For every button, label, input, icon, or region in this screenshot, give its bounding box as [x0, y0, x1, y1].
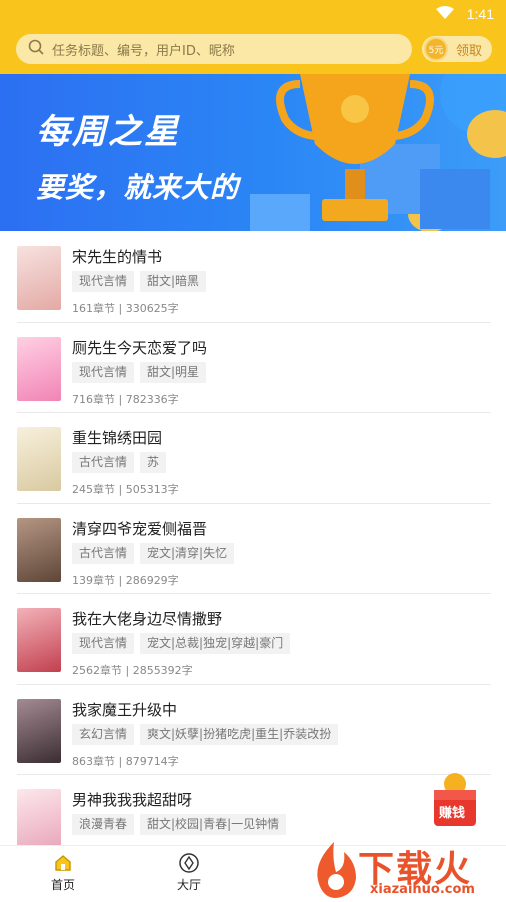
book-title: 男神我我我超甜呀	[72, 791, 193, 809]
book-tag: 甜文|暗黑	[140, 271, 207, 292]
book-tag: 宠文|总裁|独宠|穿越|豪门	[140, 633, 291, 654]
book-cover	[17, 517, 61, 582]
list-item[interactable]: 宋先生的情书 现代言情 甜文|暗黑 161章节 | 330625字	[0, 232, 506, 323]
book-cover	[17, 246, 61, 310]
tab-hall-label: 大厅	[176, 878, 201, 892]
compass-icon	[154, 850, 224, 876]
book-meta: 245章节 | 505313字	[72, 483, 179, 496]
book-tag: 爽文|妖孽|扮猪吃虎|重生|乔装改扮	[140, 723, 339, 745]
book-title: 宋先生的情书	[72, 248, 163, 266]
book-tag: 现代言情	[72, 361, 135, 383]
search-input[interactable]: 任务标题、编号，用户ID、昵称	[16, 34, 412, 64]
book-tag: 宠文|清穿|失忆	[140, 542, 235, 564]
book-cover	[17, 608, 61, 672]
weekly-star-banner[interactable]: 每周之星 要奖，就来大的	[0, 74, 506, 231]
book-title: 我在大佬身边尽情撒野	[72, 610, 223, 628]
earn-money-label: 赚钱	[439, 806, 466, 821]
book-cover	[17, 427, 61, 491]
list-item[interactable]: 厕先生今天恋爱了吗 现代言情 甜文|明星 716章节 | 782336字	[0, 323, 506, 413]
search-icon	[28, 39, 44, 59]
book-tag: 甜文|明星	[140, 361, 207, 383]
book-tag: 古代言情	[72, 542, 135, 564]
book-tag: 玄幻言情	[72, 723, 135, 745]
tab-hall[interactable]: 大厅	[154, 850, 224, 893]
status-bar: 1:41	[0, 0, 506, 28]
book-tag: 甜文|校园|青春|一见钟情	[140, 814, 287, 835]
list-item[interactable]: 清穿四爷宠爱侧福晋 古代言情 宠文|清穿|失忆 139章节 | 286929字	[0, 504, 506, 594]
book-tag: 浪漫青春	[72, 814, 135, 835]
claim-reward-button[interactable]: 5元 领取	[422, 36, 492, 62]
home-icon	[28, 850, 98, 876]
book-title: 我家魔王升级中	[72, 700, 178, 719]
book-meta: 716章节 | 782336字	[72, 392, 179, 406]
tab-home[interactable]: 首页	[28, 850, 98, 893]
earn-money-float-button[interactable]: 赚钱	[430, 770, 480, 830]
list-item[interactable]: 我家魔王升级中 玄幻言情 爽文|妖孽|扮猪吃虎|重生|乔装改扮 863章节 | …	[0, 685, 506, 775]
book-meta: 161章节 | 330625字	[72, 302, 179, 315]
banner-title: 每周之星	[36, 112, 180, 152]
book-title: 厕先生今天恋爱了吗	[72, 338, 208, 357]
book-tag: 古代言情	[72, 452, 135, 473]
book-title: 重生锦绣田园	[72, 429, 163, 447]
search-placeholder: 任务标题、编号，用户ID、昵称	[52, 43, 235, 59]
book-title: 清穿四爷宠爱侧福晋	[72, 519, 208, 538]
book-cover	[17, 789, 61, 853]
book-meta: 2562章节 | 2855392字	[72, 664, 193, 677]
status-time: 1:41	[466, 6, 494, 22]
banner-subtitle: 要奖，就来大的	[36, 171, 240, 204]
book-meta: 863章节 | 879714字	[72, 754, 179, 768]
book-tag: 苏	[140, 452, 167, 473]
book-tag: 现代言情	[72, 271, 135, 292]
book-cover	[17, 336, 61, 401]
watermark-url: xiazaihuo.com	[370, 882, 475, 897]
header: 任务标题、编号，用户ID、昵称 5元 领取	[0, 28, 506, 74]
list-item[interactable]: 我在大佬身边尽情撒野 现代言情 宠文|总裁|独宠|穿越|豪门 2562章节 | …	[0, 594, 506, 685]
claim-label: 领取	[456, 43, 483, 59]
book-meta: 139章节 | 286929字	[72, 573, 179, 587]
list-item[interactable]: 重生锦绣田园 古代言情 苏 245章节 | 505313字	[0, 413, 506, 504]
book-cover	[17, 698, 61, 763]
book-tag: 现代言情	[72, 633, 135, 654]
tab-home-label: 首页	[50, 878, 75, 892]
coin-icon: 5元	[424, 37, 448, 61]
wifi-icon	[436, 6, 454, 24]
